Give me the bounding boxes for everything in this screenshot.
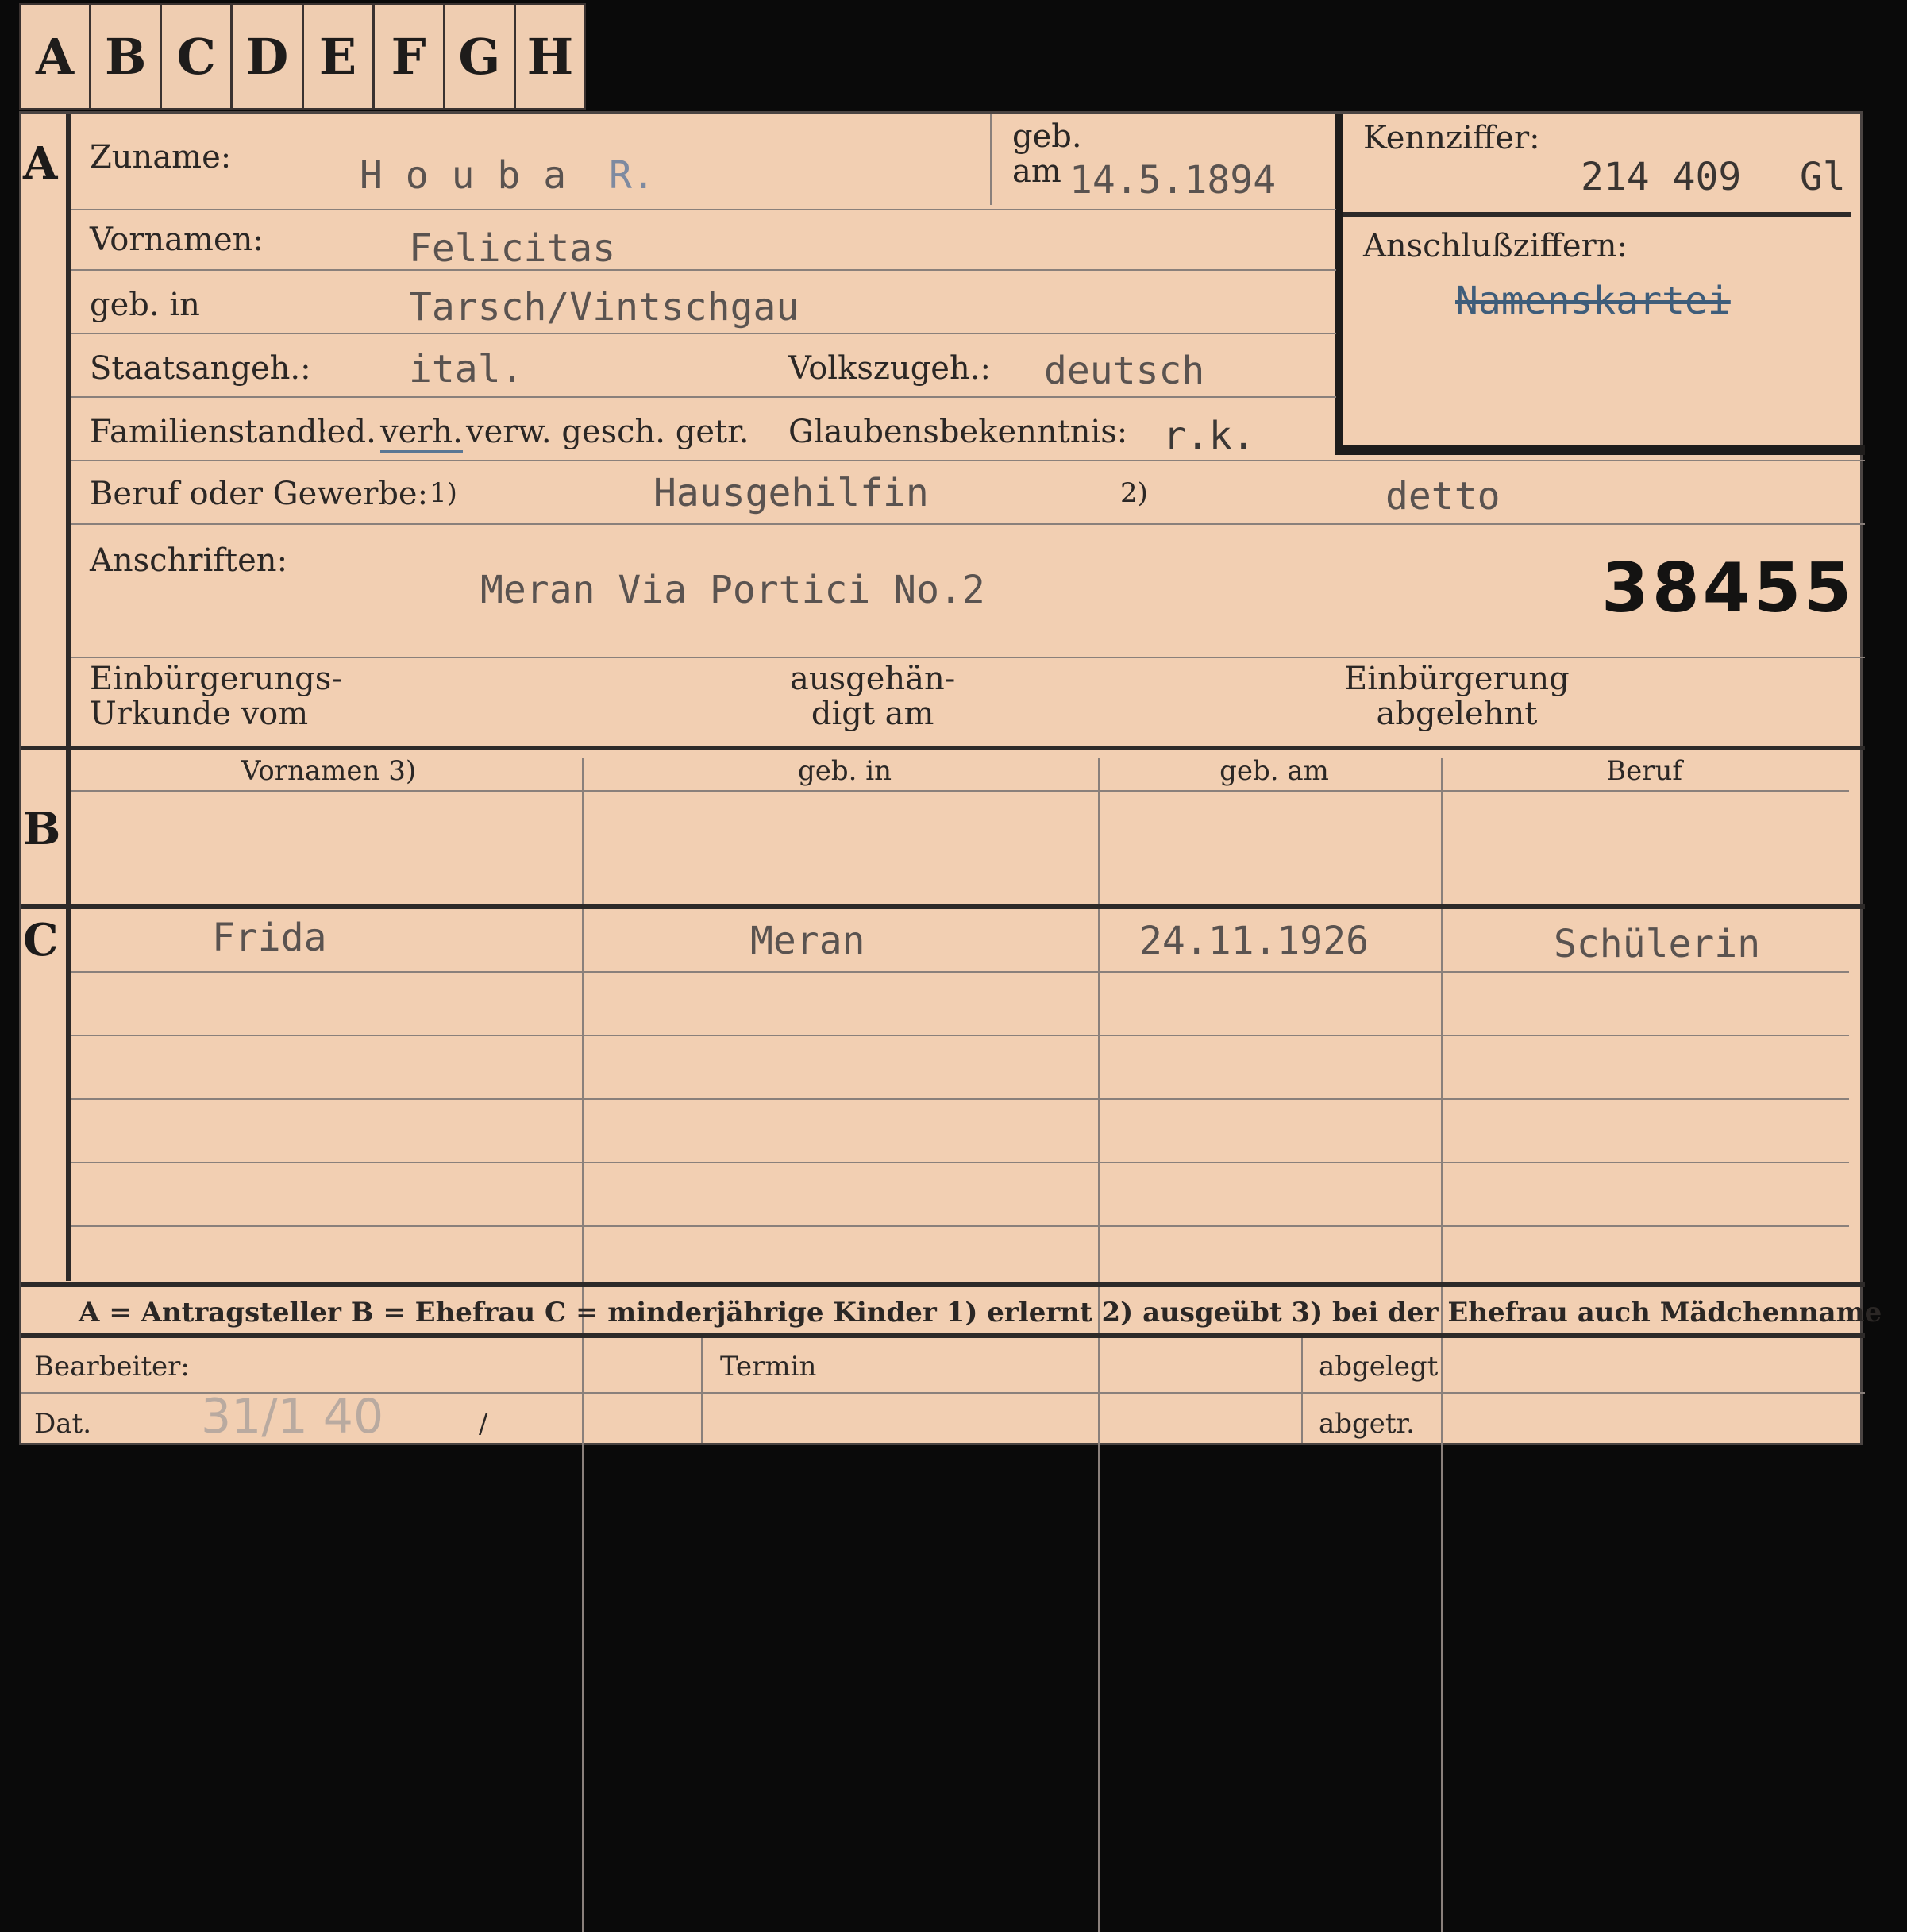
zuname-mark: R. [609, 153, 655, 198]
beruf-value-2: detto [1385, 474, 1501, 519]
header-rule [71, 790, 1849, 792]
header-vornamen: Vornamen 3) [241, 755, 417, 787]
familien-led: led. [317, 414, 376, 450]
einbuergerung-abgelehnt-label: Einbürgerung abgelehnt [1344, 661, 1570, 731]
beruf-note-1: 1) [430, 477, 457, 509]
tab-e: E [304, 5, 375, 108]
volks-label: Volkszugeh.: [788, 350, 991, 387]
abgetr-label: abgetr. [1319, 1408, 1415, 1440]
rule-4 [71, 396, 1336, 398]
section-c-top [21, 904, 1865, 909]
ausg-label-line-2: digt am [811, 696, 934, 732]
geb-divider [990, 114, 992, 205]
row-rule-3 [71, 1098, 1849, 1100]
child-geb-in: Meran [750, 919, 865, 963]
beruf-value: Hausgehilfin [653, 471, 929, 515]
vornamen-label: Vornamen: [90, 222, 264, 258]
einb-label-line-1: Einbürgerungs- [90, 661, 342, 697]
glaubens-value: r.k. [1163, 414, 1255, 458]
section-b-top [21, 746, 1865, 750]
row-rule-4 [71, 1162, 1849, 1163]
beruf-note-2: 2) [1120, 477, 1148, 509]
geb-am-value: 14.5.1894 [1069, 158, 1277, 202]
termin-label: Termin [720, 1351, 817, 1382]
anschriften-value: Meran Via Portici No.2 [480, 568, 985, 612]
kennziffer-rule [1343, 212, 1851, 217]
einbuergerung-urkunde-label: Einbürgerungs- Urkunde vom [90, 661, 342, 731]
zuname-label: Zuname: [90, 139, 232, 175]
header-geb-in: geb. in [797, 755, 892, 787]
staats-label: Staatsangeh.: [90, 350, 311, 387]
zuname-value: H o u b a [360, 153, 567, 198]
familien-rest: verw. gesch. getr. [466, 414, 749, 450]
dat-slash: / [479, 1408, 488, 1440]
footer-divider-1 [701, 1338, 703, 1443]
volks-value: deutsch [1044, 349, 1205, 393]
child-geb-am: 24.11.1926 [1139, 919, 1369, 963]
col-divider-2 [1098, 758, 1100, 1932]
rule-3 [71, 333, 1336, 334]
header-geb-am: geb. am [1219, 755, 1329, 787]
row-rule-5 [71, 1225, 1849, 1227]
kennziffer-label: Kennziffer: [1363, 120, 1540, 156]
rule-6 [71, 523, 1865, 525]
col-divider-1 [582, 758, 584, 1932]
rule-2 [71, 269, 1336, 271]
child-beruf: Schülerin [1554, 922, 1761, 966]
ausgehaendigt-label: ausgehän- digt am [790, 661, 955, 731]
gebin-label: geb. in [90, 287, 200, 323]
kennziffer-value: 214 409 [1581, 155, 1742, 199]
vornamen-value: Felicitas [409, 226, 616, 271]
tab-f: F [375, 5, 445, 108]
dat-label: Dat. [34, 1408, 92, 1440]
anschriften-label: Anschriften: [90, 542, 288, 579]
abgelegt-label: abgelegt [1319, 1351, 1439, 1382]
einb-label-line-2: Urkunde vom [90, 696, 309, 732]
tab-b: B [91, 5, 163, 108]
section-c-letter: C [23, 914, 59, 966]
registration-card: A B C Zuname: H o u b a R. geb. am 14.5.… [19, 111, 1882, 1932]
child-vorname: Frida [212, 916, 327, 960]
col-divider-3 [1441, 758, 1443, 1932]
gebin-value: Tarsch/Vintschgau [409, 285, 799, 330]
tab-d: D [233, 5, 304, 108]
anschluss-label: Anschlußziffern: [1363, 228, 1628, 264]
tab-h: H [526, 27, 574, 86]
row-rule-2 [71, 1035, 1849, 1036]
row-rule-1 [71, 971, 1849, 973]
footer-divider-2 [1301, 1338, 1303, 1443]
bearbeiter-label: Bearbeiter: [34, 1351, 190, 1382]
staats-value: ital. [409, 347, 524, 391]
am-label: am [1012, 153, 1061, 190]
section-b-letter: B [23, 803, 61, 855]
left-rule [66, 114, 71, 1281]
legend-top [21, 1282, 1865, 1287]
kennziffer-suffix: Gl [1800, 155, 1846, 199]
beruf-label: Beruf oder Gewerbe: [90, 476, 429, 512]
familien-verh-underlined: verh. [380, 414, 463, 453]
dat-value: 31/1 40 [201, 1389, 384, 1444]
familien-label: Familienstand: [90, 414, 328, 450]
section-a-letter: A [23, 137, 58, 190]
tab-c: C [162, 5, 233, 108]
header-beruf: Beruf [1606, 755, 1682, 787]
tab-a: A [21, 5, 92, 108]
stamp-number: 38455 [1601, 549, 1855, 628]
rule-5 [71, 460, 1865, 461]
einb-abg-line-2: abgelehnt [1376, 696, 1538, 732]
rule-1 [71, 209, 1336, 210]
alphabet-tabs: A B C D E F G H [19, 3, 586, 110]
tab-g: G [445, 5, 516, 108]
geb-label: geb. [1012, 118, 1082, 155]
legend-bottom [21, 1333, 1865, 1338]
anschluss-value: Namenskartei [1455, 279, 1731, 323]
rule-7 [71, 657, 1865, 658]
legend: A = Antragsteller B = Ehefrau C = minder… [79, 1297, 1882, 1328]
glaubens-label: Glaubensbekenntnis: [788, 414, 1128, 450]
einb-abg-line-1: Einbürgerung [1344, 661, 1570, 697]
ausg-label-line-1: ausgehän- [790, 661, 956, 697]
